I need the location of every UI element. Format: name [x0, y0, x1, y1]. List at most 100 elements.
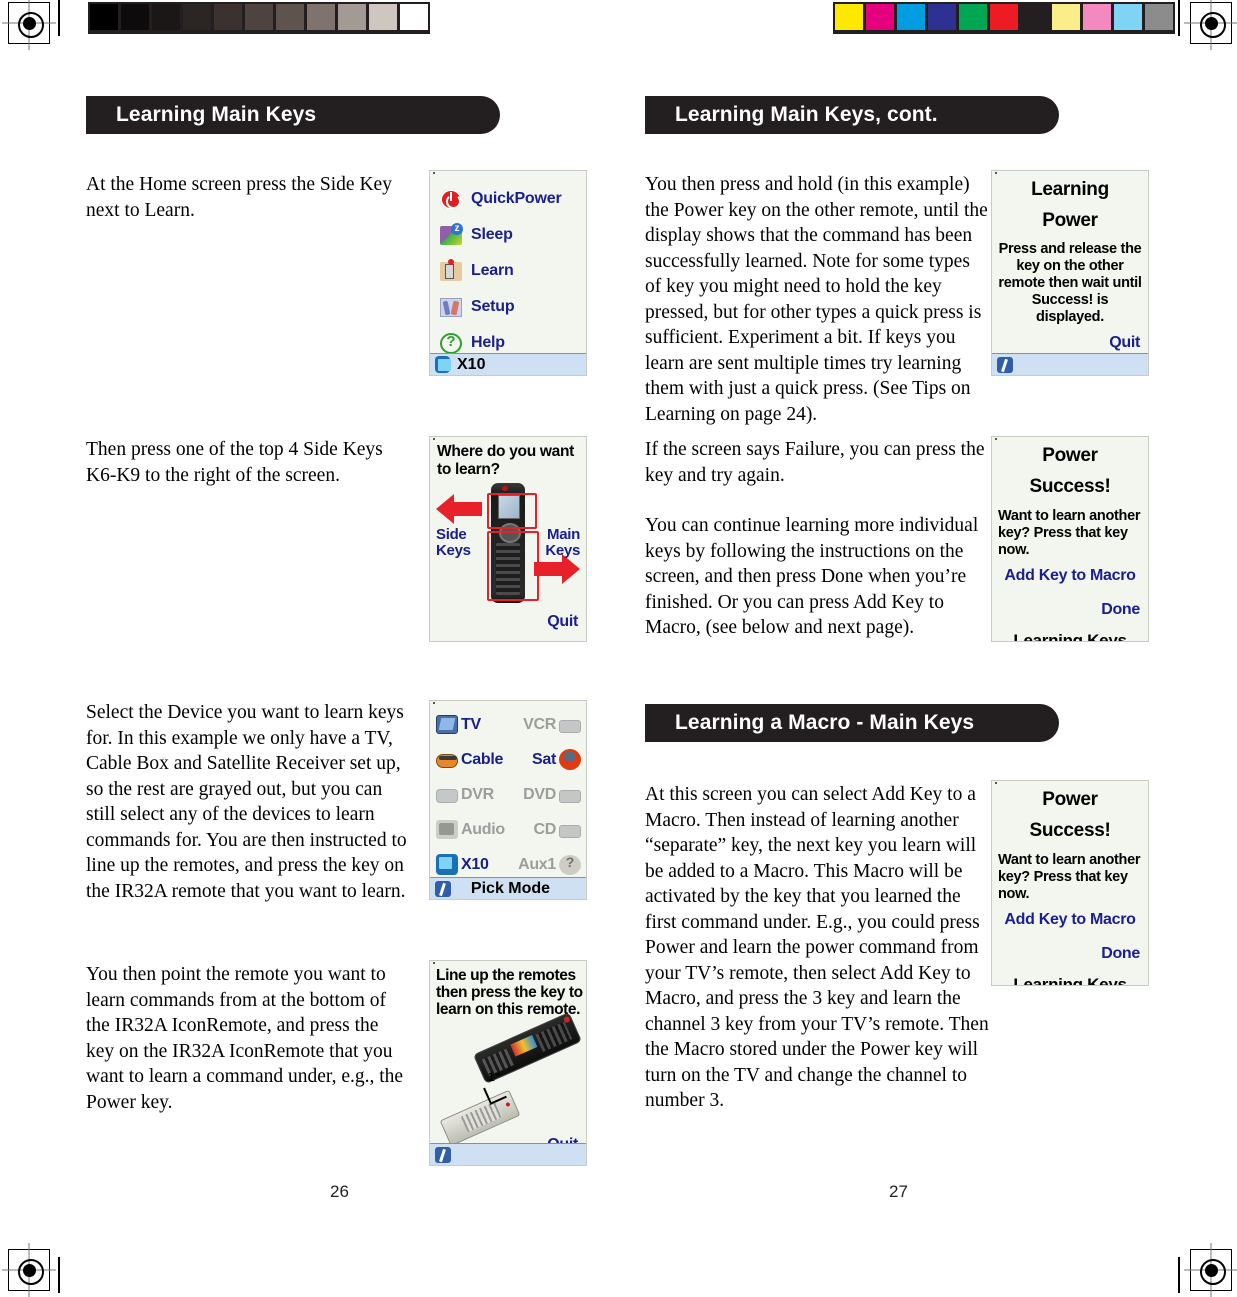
device-cell-dvr[interactable]: DVR — [430, 786, 509, 804]
color-swatch-7 — [1052, 4, 1080, 30]
learning-power-subtitle: Power — [1042, 210, 1098, 231]
device-cell-cable[interactable]: Cable — [430, 751, 509, 769]
device-label-cd: CD — [533, 820, 556, 838]
home-menu-status-bar[interactable]: X10 — [430, 353, 586, 375]
left-page-banner: Learning Main Keys — [86, 96, 500, 134]
device-row: DVR DVD — [430, 777, 586, 812]
gray-swatch-4 — [214, 4, 242, 30]
device-picker-status-bar[interactable]: Pick Mode — [430, 877, 586, 899]
power-success-2-done-link[interactable]: Done — [998, 945, 1142, 963]
device-cell-cd[interactable]: CD — [509, 821, 587, 839]
menu-item-help-label: Help — [471, 334, 505, 351]
power-success-1-done-link[interactable]: Done — [998, 601, 1142, 619]
side-keys-highlight-box — [487, 493, 537, 529]
menu-item-quickpower-label: QuickPower — [471, 190, 562, 207]
color-swatch-0 — [835, 4, 863, 30]
menu-item-sleep[interactable]: Sleep — [430, 217, 586, 253]
question-circle-icon — [440, 332, 462, 354]
power-success-1-content: Power Success! Want to learn another key… — [992, 437, 1148, 641]
menu-item-setup[interactable]: Setup — [430, 289, 586, 325]
device-cell-x10[interactable]: X10 — [430, 854, 509, 875]
page-number-right: 27 — [889, 1182, 908, 1201]
color-swatch-8 — [1083, 4, 1111, 30]
scan-dot — [995, 438, 997, 440]
device-cell-aux1[interactable]: Aux1 — [509, 854, 587, 875]
vcr-icon — [559, 720, 581, 733]
scan-dot — [433, 438, 435, 440]
learning-power-title: Learning — [1031, 179, 1109, 200]
side-keys-arrow-head — [436, 494, 454, 524]
gray-swatch-9 — [369, 4, 397, 30]
trim-tick-bottom-left — [58, 1257, 60, 1293]
where-to-learn-quit-link[interactable]: Quit — [430, 613, 586, 631]
left-paragraph-2: Then press one of the top 4 Side Keys K6… — [86, 437, 406, 488]
tv-icon — [436, 715, 458, 734]
right-paragraph-3-text: At this screen you can select Add Key to… — [645, 784, 989, 1111]
line-up-remotes-status-bar[interactable] — [430, 1143, 586, 1165]
pen-icon — [997, 356, 1013, 373]
color-swatch-10 — [1145, 4, 1173, 30]
device-label-sat: Sat — [532, 750, 556, 768]
device-label-vcr: VCR — [523, 715, 556, 733]
power-success-1-body: Want to learn another key? Press that ke… — [998, 508, 1141, 558]
registration-mark-top-right — [1184, 0, 1237, 50]
device-cell-tv[interactable]: TV — [430, 715, 509, 734]
device-label-tv: TV — [461, 715, 481, 733]
line-up-remotes-heading: Line up the remotes then press the key t… — [436, 967, 583, 1018]
power-success-1-subtitle: Success! — [1029, 476, 1111, 497]
screenshot-where-to-learn: Where do you want to learn? Side Keys Ma… — [429, 436, 587, 642]
menu-item-learn-label: Learn — [471, 262, 514, 279]
registration-mark-bottom-left — [2, 1243, 56, 1297]
scan-dot — [433, 962, 435, 964]
device-cell-audio[interactable]: Audio — [430, 820, 509, 839]
device-cell-dvd[interactable]: DVD — [509, 786, 587, 804]
audio-icon — [436, 820, 458, 839]
home-menu-status-label: X10 — [457, 355, 486, 373]
right-page-banner-top: Learning Main Keys, cont. — [645, 96, 1059, 134]
left-paragraph-4-text: You then point the remote you want to le… — [86, 964, 404, 1113]
learning-power-quit-link[interactable]: Quit — [998, 334, 1142, 352]
right-paragraph-3: At this screen you can select Add Key to… — [645, 782, 990, 1114]
gray-swatch-7 — [307, 4, 335, 30]
dvd-icon — [559, 790, 581, 803]
aux-question-icon — [559, 854, 581, 875]
left-page-column: Learning Main Keys At the Home screen pr… — [86, 96, 587, 1166]
scan-dot — [995, 172, 997, 174]
color-swatch-5 — [990, 4, 1018, 30]
device-cell-sat[interactable]: Sat — [509, 749, 587, 770]
learning-power-content: Learning Power Press and release the key… — [992, 171, 1148, 352]
left-paragraph-4: You then point the remote you want to le… — [86, 962, 406, 1115]
right-paragraph-1: You then press and hold (in this example… — [645, 172, 990, 427]
gray-swatch-0 — [90, 4, 118, 30]
power-success-1-add-macro-link[interactable]: Add Key to Macro — [998, 567, 1142, 585]
home-menu-list: QuickPower Sleep Learn Setup Help — [430, 171, 586, 361]
screenshot-home-menu: QuickPower Sleep Learn Setup Help X10 — [429, 170, 587, 376]
menu-item-sleep-label: Sleep — [471, 226, 513, 243]
power-success-2-subtitle: Success! — [1029, 820, 1111, 841]
learn-hand-icon — [440, 258, 462, 281]
screenshot-learning-power: Learning Power Press and release the key… — [991, 170, 1149, 376]
right-page-banner-macro: Learning a Macro - Main Keys — [645, 704, 1059, 742]
power-success-2-add-macro-link[interactable]: Add Key to Macro — [998, 911, 1142, 929]
main-keys-highlight-box — [487, 531, 539, 601]
power-success-2-body: Want to learn another key? Press that ke… — [998, 852, 1141, 902]
device-label-x10: X10 — [461, 855, 489, 873]
device-cell-vcr[interactable]: VCR — [509, 716, 587, 734]
cd-icon — [559, 825, 581, 838]
device-row: TV VCR — [430, 707, 586, 742]
menu-item-learn[interactable]: Learn — [430, 253, 586, 289]
main-keys-label: Main Keys — [545, 526, 580, 559]
right-paragraph-2b-text: You can continue learning more individua… — [645, 515, 979, 638]
color-swatch-6 — [1021, 4, 1049, 30]
dvr-icon — [436, 789, 458, 803]
setup-tools-icon — [440, 297, 462, 317]
registration-mark-top-left — [2, 0, 56, 50]
satellite-dish-icon — [559, 749, 581, 770]
gray-swatch-8 — [338, 4, 366, 30]
page-number-left: 26 — [330, 1182, 349, 1201]
menu-item-quickpower[interactable]: QuickPower — [430, 181, 586, 217]
learning-power-status-bar[interactable] — [992, 353, 1148, 375]
gray-swatch-5 — [245, 4, 273, 30]
device-label-dvd: DVD — [523, 785, 556, 803]
color-calibration-strip — [833, 2, 1175, 34]
